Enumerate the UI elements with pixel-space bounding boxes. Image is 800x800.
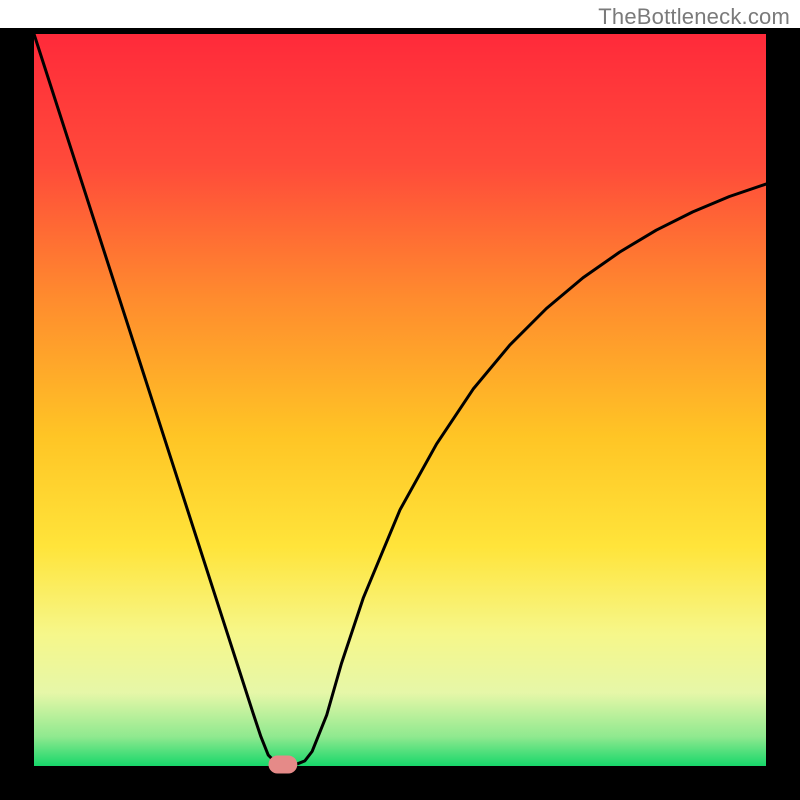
watermark-text: TheBottleneck.com — [598, 4, 790, 30]
minimum-marker — [268, 756, 297, 774]
bottleneck-chart — [0, 0, 800, 800]
chart-plot-area — [34, 34, 766, 766]
chart-container: TheBottleneck.com — [0, 0, 800, 800]
